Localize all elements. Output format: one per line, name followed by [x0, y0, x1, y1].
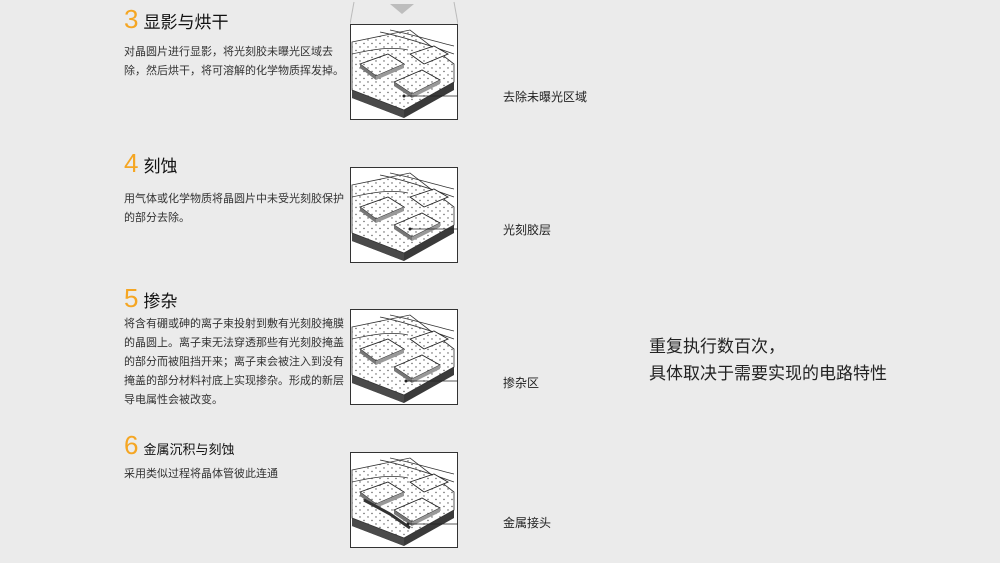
step-title: 显影与烘干: [143, 13, 229, 33]
step-number: 3: [124, 4, 139, 34]
step-title: 掺杂: [143, 292, 178, 312]
step-description: 将含有硼或砷的离子束投射到敷有光刻胶掩膜的晶圆上。离子束无法穿透那些有光刻胶掩盖…: [124, 317, 344, 406]
step-5-illustration: [350, 309, 458, 405]
step-number: 5: [124, 283, 139, 313]
step-description: 用气体或化学物质将晶圆片中未受光刻胶保护的部分去除。: [124, 192, 344, 224]
step-4: 4 刻蚀 用气体或化学物质将晶圆片中未受光刻胶保护的部分去除。: [124, 150, 344, 227]
step-5: 5 掺杂 将含有硼或砷的离子束投射到敷有光刻胶掩膜的晶圆上。离子束无法穿透那些有…: [124, 285, 344, 409]
step-6-illustration: [350, 452, 458, 548]
step-title: 金属沉积与刻蚀: [143, 443, 235, 458]
summary-line-2: 具体取决于需要实现的电路特性: [649, 364, 887, 384]
step-3-illustration: [350, 24, 458, 120]
step-4-illustration: [350, 167, 458, 263]
step-3: 3 显影与烘干 对晶圆片进行显影，将光刻胶未曝光区域去除，然后烘干，将可溶解的化…: [124, 6, 344, 80]
top-arrow-indicator: [350, 0, 458, 24]
step-number: 6: [124, 430, 139, 460]
summary-line-1: 重复执行数百次，: [649, 337, 785, 357]
callout-step-6: 金属接头: [503, 516, 552, 530]
step-number: 4: [124, 148, 139, 178]
step-title: 刻蚀: [143, 157, 178, 177]
repeat-summary: 重复执行数百次， 具体取决于需要实现的电路特性: [649, 334, 887, 388]
step-description: 对晶圆片进行显影，将光刻胶未曝光区域去除，然后烘干，将可溶解的化学物质挥发掉。: [124, 45, 344, 77]
callout-step-3: 去除未曝光区域: [503, 90, 588, 104]
step-6: 6 金属沉积与刻蚀 采用类似过程将晶体管彼此连通: [124, 432, 344, 483]
callout-step-4: 光刻胶层: [503, 223, 552, 237]
step-description: 采用类似过程将晶体管彼此连通: [124, 467, 278, 480]
callout-step-5: 掺杂区: [503, 376, 540, 390]
process-diagram: 3 显影与烘干 对晶圆片进行显影，将光刻胶未曝光区域去除，然后烘干，将可溶解的化…: [0, 0, 1000, 563]
